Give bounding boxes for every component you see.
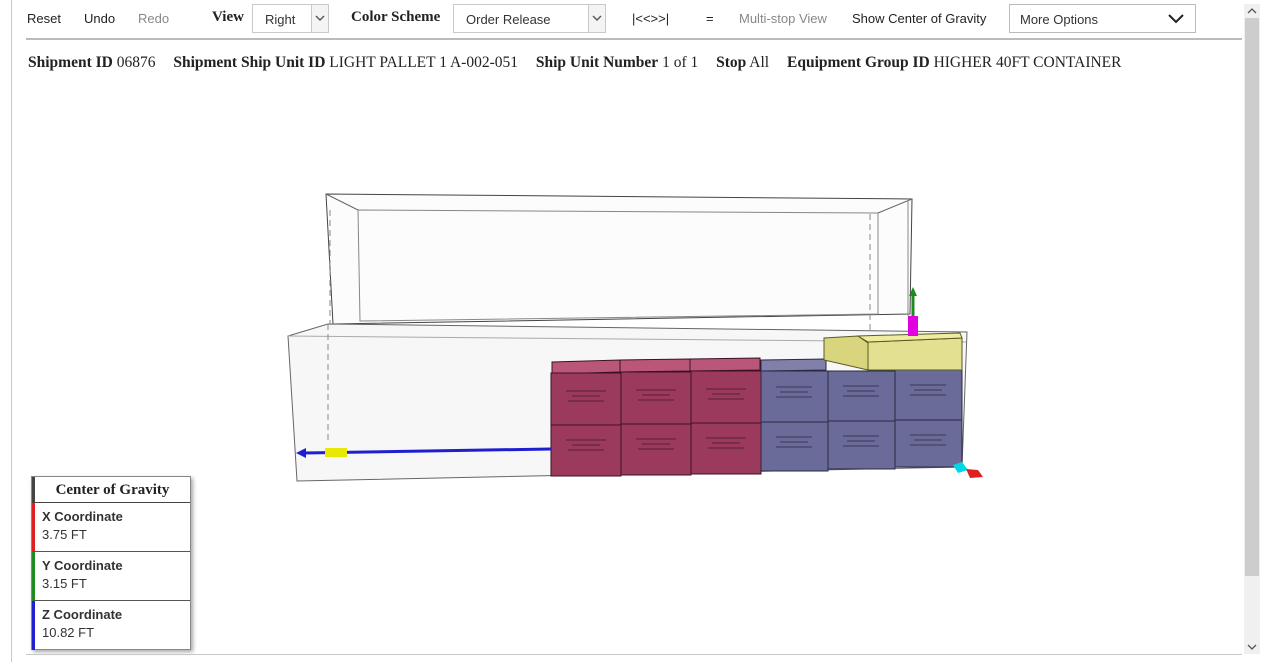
cog-panel-title: Center of Gravity <box>32 477 190 503</box>
shipment-boxes-maroon[interactable] <box>550 357 762 477</box>
center-of-gravity-panel: Center of Gravity X Coordinate 3.75 FT Y… <box>31 476 191 650</box>
cog-z-label: Z Coordinate <box>42 607 123 622</box>
shipment-id-value: 06876 <box>116 54 156 71</box>
equals-button[interactable]: = <box>706 11 714 26</box>
cog-y-label: Y Coordinate <box>42 558 123 573</box>
equipment-group-label: Equipment Group ID <box>786 54 930 71</box>
color-scheme-label: Color Scheme <box>351 9 441 25</box>
chevron-down-icon[interactable] <box>588 5 605 32</box>
cog-marker-side <box>325 448 347 457</box>
undo-button[interactable]: Undo <box>84 11 115 26</box>
equipment-group-value: HIGHER 40FT CONTAINER <box>933 54 1122 71</box>
ship-unit-number-value: 1 of 1 <box>662 54 699 71</box>
scroll-down-icon[interactable] <box>1247 642 1257 652</box>
redo-button[interactable]: Redo <box>138 11 169 26</box>
cog-x-value: 3.75 FT <box>42 527 87 542</box>
cog-y-row: Y Coordinate 3.15 FT <box>32 552 190 601</box>
shipment-info-bar: Shipment ID 06876 Shipment Ship Unit ID … <box>28 54 1121 72</box>
cog-x-row: X Coordinate 3.75 FT <box>32 503 190 552</box>
cog-x-label: X Coordinate <box>42 509 123 524</box>
view-select[interactable]: Right <box>252 4 329 33</box>
ship-unit-id-label: Shipment Ship Unit ID <box>173 54 326 71</box>
cog-z-row: Z Coordinate 10.82 FT <box>32 601 190 650</box>
navigate-stops-button[interactable]: |<<>>| <box>632 11 669 26</box>
shipment-boxes-purple[interactable] <box>760 358 963 472</box>
color-scheme-select-value: Order Release <box>466 12 551 27</box>
scrollbar-thumb[interactable] <box>1245 18 1259 576</box>
color-scheme-select[interactable]: Order Release <box>453 4 606 33</box>
shipment-id-label: Shipment ID <box>28 54 113 71</box>
multistop-view-button[interactable]: Multi-stop View <box>739 11 827 26</box>
ship-unit-number-label: Ship Unit Number <box>535 54 659 71</box>
cog-marker-top <box>908 316 918 336</box>
vertical-scrollbar[interactable] <box>1244 4 1260 654</box>
more-options-dropdown[interactable]: More Options <box>1009 4 1196 33</box>
chevron-down-icon[interactable] <box>311 5 328 32</box>
stop-value: All <box>749 54 770 71</box>
cog-y-value: 3.15 FT <box>42 576 87 591</box>
shipment-boxes-yellow[interactable] <box>823 332 963 371</box>
show-center-of-gravity-button[interactable]: Show Center of Gravity <box>852 11 986 26</box>
more-options-label: More Options <box>1020 12 1099 27</box>
stop-label: Stop <box>716 54 747 71</box>
origin-marker <box>953 462 983 478</box>
reset-button[interactable]: Reset <box>27 11 61 26</box>
view-select-value: Right <box>265 12 296 27</box>
cog-z-value: 10.82 FT <box>42 625 95 640</box>
chevron-down-icon[interactable] <box>1167 13 1185 28</box>
view-label: View <box>212 9 244 25</box>
ship-unit-id-value: LIGHT PALLET 1 A-002-051 <box>329 54 518 71</box>
scroll-up-icon[interactable] <box>1247 6 1257 16</box>
toolbar: Reset Undo Redo View Right Color Scheme … <box>26 0 1242 40</box>
